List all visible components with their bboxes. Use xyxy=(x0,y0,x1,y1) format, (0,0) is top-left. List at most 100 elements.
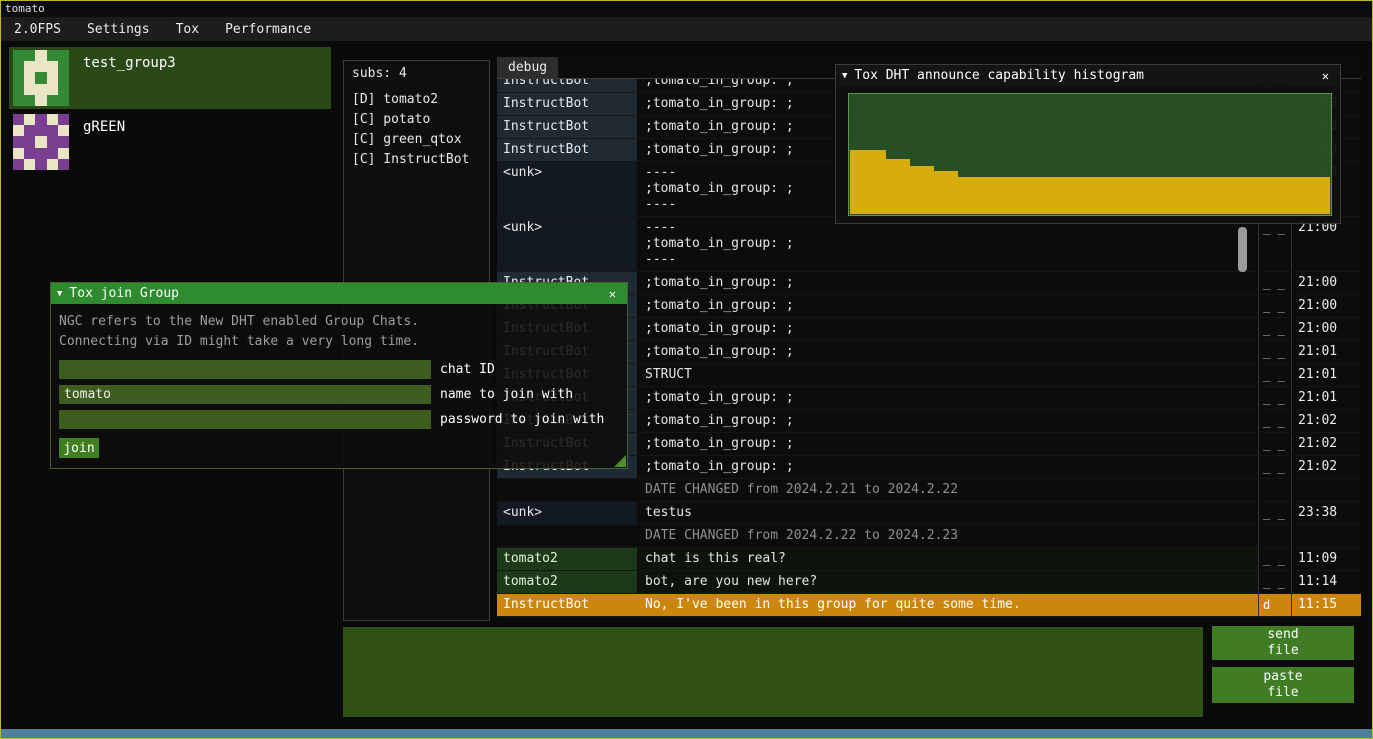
menu-item-performance[interactable]: Performance xyxy=(212,17,324,41)
histogram-bar xyxy=(1318,177,1330,214)
chat-scrollbar[interactable] xyxy=(1238,227,1247,272)
delivery-status: _ _ xyxy=(1258,364,1291,386)
group-avatar xyxy=(13,114,69,170)
avatar-pixel xyxy=(58,148,69,159)
collapse-arrow-icon[interactable]: ▼ xyxy=(842,71,847,81)
subs-list-item[interactable]: [C] green_qtox xyxy=(352,130,481,150)
avatar-pixel xyxy=(47,114,58,125)
histogram-bar xyxy=(1090,177,1102,214)
avatar-pixel xyxy=(13,95,24,106)
avatar-pixel xyxy=(13,125,24,136)
join-group-titlebar[interactable]: ▼ Tox join Group ✕ xyxy=(51,283,627,304)
join-name-label: name to join with xyxy=(440,387,573,402)
sender-name xyxy=(497,525,637,547)
histogram-bar xyxy=(1114,177,1126,214)
delivery-status: _ _ xyxy=(1258,502,1291,524)
message-input[interactable] xyxy=(343,627,1203,717)
close-icon[interactable]: ✕ xyxy=(604,287,621,301)
histogram-bar xyxy=(934,171,946,214)
avatar-pixel xyxy=(47,72,58,83)
avatar-pixel xyxy=(35,136,46,147)
chat-id-input[interactable] xyxy=(59,360,431,379)
avatar-pixel xyxy=(35,50,46,61)
subs-list-item[interactable]: [D] tomato2 xyxy=(352,90,481,110)
histogram-bar xyxy=(1210,177,1222,214)
avatar-pixel xyxy=(47,50,58,61)
avatar-pixel xyxy=(47,61,58,72)
sender-name: InstructBot xyxy=(497,79,637,92)
chat-row[interactable]: tomato2chat is this real?_ _11:09 xyxy=(497,548,1361,571)
histogram-bar xyxy=(1102,177,1114,214)
join-button[interactable]: join xyxy=(59,438,99,458)
histogram-bar xyxy=(1066,177,1078,214)
timestamp: 21:00 xyxy=(1291,217,1361,271)
message-text: DATE CHANGED from 2024.2.21 to 2024.2.22 xyxy=(637,479,1258,501)
join-group-title: Tox join Group xyxy=(69,286,179,301)
group-name: gREEN xyxy=(83,119,125,170)
chat-row[interactable]: InstructBotNo, I've been in this group f… xyxy=(497,594,1361,617)
timestamp: 21:02 xyxy=(1291,456,1361,478)
group-list: test_group3 gREEN xyxy=(9,47,331,175)
group-item-gREEN[interactable]: gREEN xyxy=(9,111,331,173)
sender-name: tomato2 xyxy=(497,571,637,593)
avatar-pixel xyxy=(24,72,35,83)
dht-histogram-title: Tox DHT announce capability histogram xyxy=(854,68,1144,83)
sender-name: InstructBot xyxy=(497,594,637,616)
avatar-pixel xyxy=(24,84,35,95)
histogram-bar xyxy=(1186,177,1198,214)
join-info-line: Connecting via ID might take a very long… xyxy=(59,332,619,352)
histogram-bar xyxy=(1174,177,1186,214)
histogram-bar xyxy=(1006,177,1018,214)
avatar-pixel xyxy=(35,114,46,125)
avatar-pixel xyxy=(35,72,46,83)
timestamp: 21:02 xyxy=(1291,410,1361,432)
subs-list-item[interactable]: [C] InstructBot xyxy=(352,150,481,170)
tab-debug[interactable]: debug xyxy=(497,57,558,78)
resize-grip[interactable] xyxy=(614,455,626,467)
timestamp: 21:02 xyxy=(1291,433,1361,455)
menu-item-settings[interactable]: Settings xyxy=(74,17,163,41)
dht-histogram-titlebar[interactable]: ▼ Tox DHT announce capability histogram … xyxy=(836,65,1340,86)
histogram-bar xyxy=(1018,177,1030,214)
message-text: chat is this real? xyxy=(637,548,1258,570)
delivery-status: _ _ xyxy=(1258,433,1291,455)
avatar-pixel xyxy=(24,95,35,106)
avatar-pixel xyxy=(24,159,35,170)
message-text: ;tomato_in_group: ; xyxy=(637,387,1258,409)
delivery-status: _ _ xyxy=(1258,548,1291,570)
avatar-pixel xyxy=(35,159,46,170)
chat-id-label: chat ID xyxy=(440,362,495,377)
avatar-pixel xyxy=(58,50,69,61)
histogram-bar xyxy=(1198,177,1210,214)
avatar-pixel xyxy=(47,136,58,147)
join-password-input[interactable] xyxy=(59,410,431,429)
subs-list-item[interactable]: [C] potato xyxy=(352,110,481,130)
message-text: ;tomato_in_group: ; xyxy=(637,433,1258,455)
message-text: ;tomato_in_group: ; xyxy=(637,295,1258,317)
join-name-input[interactable]: tomato xyxy=(59,385,431,404)
send-file-button[interactable]: send file xyxy=(1212,626,1354,660)
menu-bar: 2.0FPSSettingsToxPerformance xyxy=(1,17,1372,41)
message-text: DATE CHANGED from 2024.2.22 to 2024.2.23 xyxy=(637,525,1258,547)
date-separator-row[interactable]: DATE CHANGED from 2024.2.21 to 2024.2.22 xyxy=(497,479,1361,502)
join-group-window: ▼ Tox join Group ✕ NGC refers to the New… xyxy=(50,282,628,469)
close-icon[interactable]: ✕ xyxy=(1317,69,1334,83)
collapse-arrow-icon[interactable]: ▼ xyxy=(57,289,62,299)
menu-item-tox[interactable]: Tox xyxy=(163,17,212,41)
date-separator-row[interactable]: DATE CHANGED from 2024.2.22 to 2024.2.23 xyxy=(497,525,1361,548)
message-text: ---- ;tomato_in_group: ; ---- xyxy=(637,217,1258,271)
message-text: ;tomato_in_group: ; xyxy=(637,272,1258,294)
paste-file-button[interactable]: paste file xyxy=(1212,667,1354,703)
timestamp: 21:01 xyxy=(1291,364,1361,386)
delivery-status: _ _ xyxy=(1258,410,1291,432)
histogram-bar xyxy=(1030,177,1042,214)
chat-row[interactable]: tomato2bot, are you new here?_ _11:14 xyxy=(497,571,1361,594)
timestamp xyxy=(1291,479,1361,501)
avatar-pixel xyxy=(24,125,35,136)
group-item-test_group3[interactable]: test_group3 xyxy=(9,47,331,109)
histogram-bar xyxy=(1270,177,1282,214)
chat-row[interactable]: <unk>---- ;tomato_in_group: ; ----_ _21:… xyxy=(497,217,1361,272)
avatar-pixel xyxy=(35,61,46,72)
delivery-status: _ _ xyxy=(1258,318,1291,340)
chat-row[interactable]: <unk>testus_ _23:38 xyxy=(497,502,1361,525)
